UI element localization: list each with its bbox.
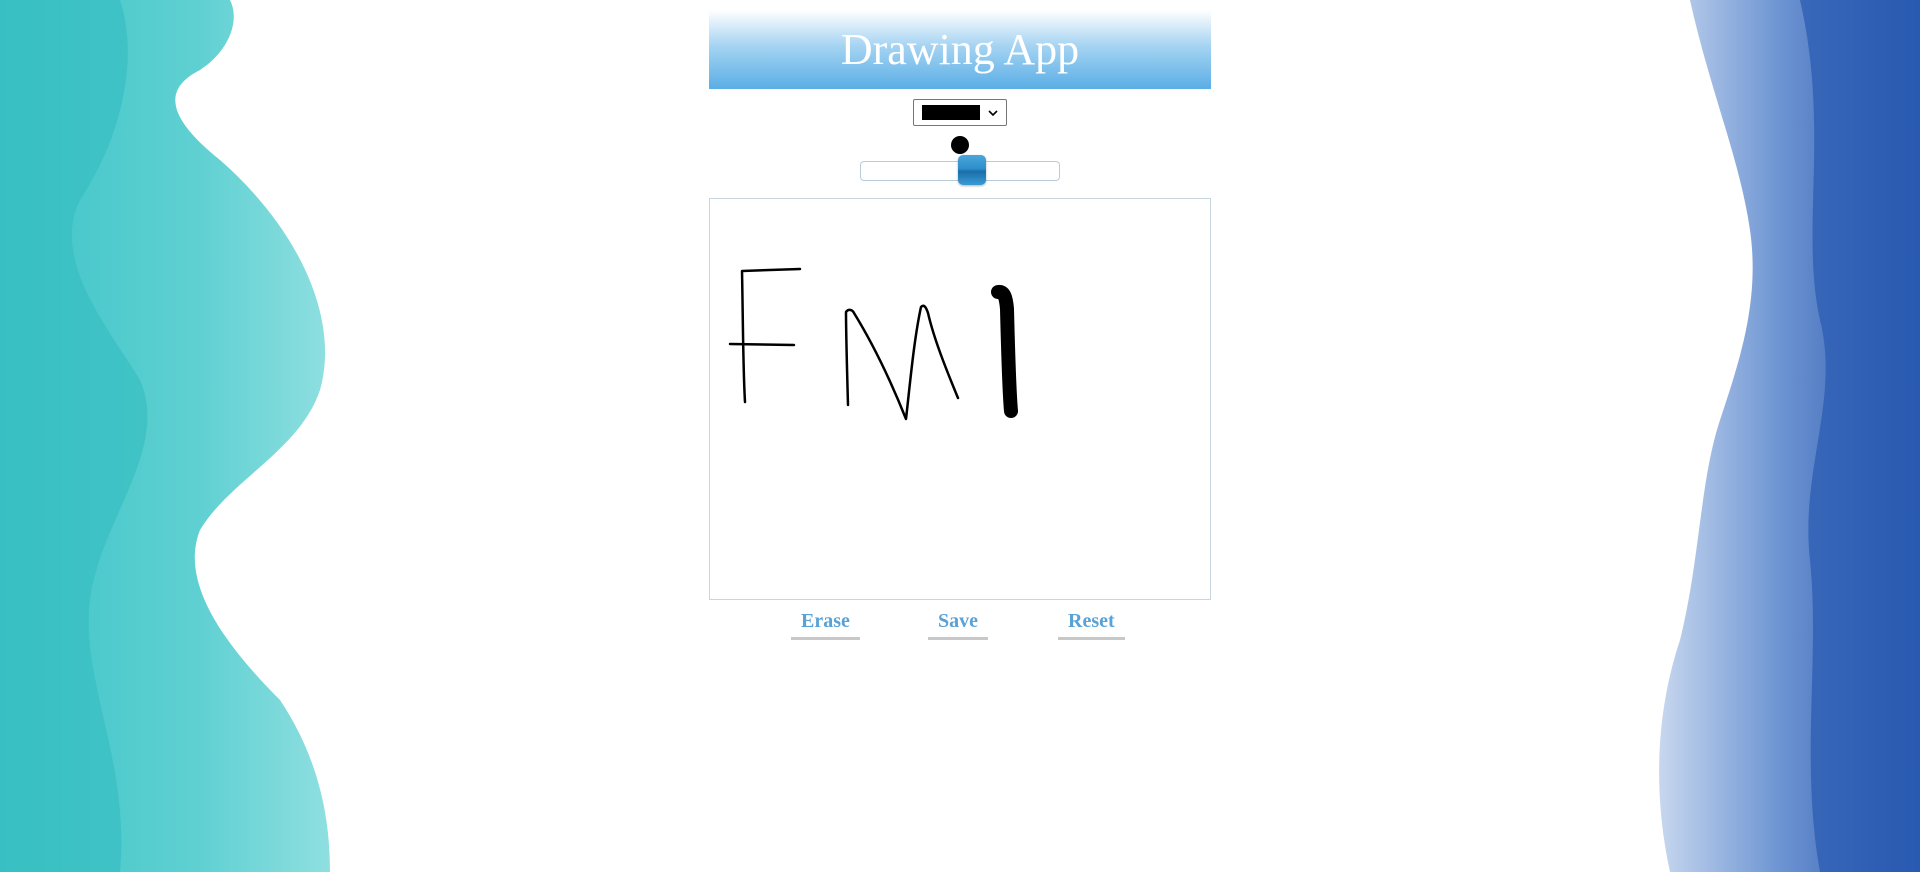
chevron-down-icon xyxy=(988,109,998,116)
controls xyxy=(709,89,1211,185)
color-select[interactable] xyxy=(913,99,1007,126)
canvas-drawing xyxy=(728,267,1018,421)
app-title: Drawing App xyxy=(840,24,1080,74)
selected-color-swatch xyxy=(922,105,980,120)
page: Drawing App Erase Save Reset xyxy=(0,0,1920,872)
reset-button[interactable]: Reset xyxy=(1058,610,1125,640)
watercolor-right-decoration xyxy=(1659,0,1920,872)
action-buttons: Erase Save Reset xyxy=(709,600,1211,650)
drawn-stroke xyxy=(844,304,960,421)
brush-size-slider[interactable] xyxy=(860,155,1060,185)
save-button[interactable]: Save xyxy=(928,610,988,640)
brush-size-preview xyxy=(951,136,969,154)
slider-thumb[interactable] xyxy=(958,155,986,185)
drawn-stroke xyxy=(991,284,1018,418)
watercolor-left-decoration xyxy=(0,0,330,872)
app-header: Drawing App xyxy=(709,10,1211,89)
drawn-stroke xyxy=(728,342,796,347)
erase-button[interactable]: Erase xyxy=(791,610,860,640)
drawn-stroke xyxy=(740,267,802,404)
drawing-app: Drawing App Erase Save Reset xyxy=(709,10,1211,650)
drawing-canvas[interactable] xyxy=(709,198,1211,600)
